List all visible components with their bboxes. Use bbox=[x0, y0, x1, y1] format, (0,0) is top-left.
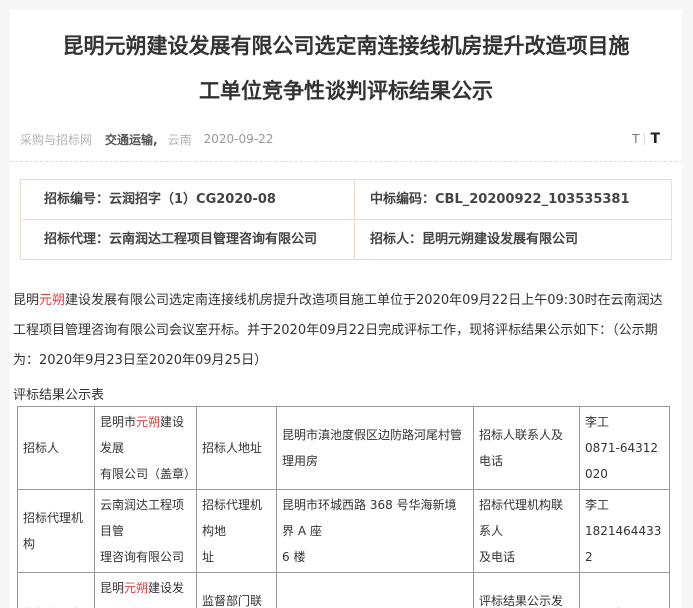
breadcrumb-source-link[interactable]: 采购与招标网 bbox=[20, 131, 92, 148]
table-cell: 昆明元朔建设发展有 限公司 纪检监察室 bbox=[95, 573, 197, 608]
tender-info-box: 招标编号：云润招字（1）CG2020-08 中标编码：CBL_20200922_… bbox=[20, 179, 672, 260]
table-row: 招标人 昆明市元朔建设发展 有限公司（盖章） 招标人地址 昆明市滇池度假区边防路河尾村… bbox=[18, 407, 670, 490]
keyword-highlight: 元朔 bbox=[136, 415, 160, 429]
breadcrumb-category-link[interactable]: 交通运输, bbox=[105, 131, 158, 148]
announcement-paragraph: 昆明元朔建设发展有限公司选定南连接线机房提升改造项目施工单位于2020年09月2… bbox=[13, 286, 672, 376]
win-code-field: 中标编码：CBL_20200922_103535381 bbox=[354, 180, 671, 219]
table-row: 招标代理机构云南润达工程项目管 理咨询有限公司招标代理机构地 址昆明市环城西路 … bbox=[18, 490, 670, 573]
text-part: 李工 18214644332 bbox=[585, 498, 661, 564]
font-controls-divider bbox=[644, 133, 645, 145]
text-part: 昆明市滇池度假区边防路河尾村管理用房 bbox=[282, 428, 462, 468]
table-cell: 招标人联系人及电话 bbox=[474, 407, 580, 490]
text-part: 招标代理机构 bbox=[23, 511, 83, 551]
result-table-main: 招标人 昆明市元朔建设发展 有限公司（盖章） 招标人地址 昆明市滇池度假区边防路河尾村… bbox=[17, 406, 670, 608]
table-cell: 0871-64315580 （工作日9:00-17:00） bbox=[277, 573, 474, 608]
article-card: 昆明元朔建设发展有限公司选定南连接线机房提升改造项目施工单位竞争性谈判评标结果公… bbox=[10, 10, 682, 608]
result-table-main-body: 招标人 昆明市元朔建设发展 有限公司（盖章） 招标人地址 昆明市滇池度假区边防路河尾村… bbox=[18, 407, 670, 608]
text-part: 招标人地址 bbox=[202, 441, 262, 455]
tender-agent-field: 招标代理：云南润达工程项目管理咨询有限公司 bbox=[21, 219, 354, 259]
table-cell: 招标人 bbox=[18, 407, 95, 490]
font-size-controls: T T bbox=[632, 130, 660, 148]
table-cell: 2020年9月23日 bbox=[580, 573, 670, 608]
table-cell: 招标代理机构 bbox=[18, 490, 95, 573]
text-part: 评标结果公示发布时 间 bbox=[479, 594, 563, 608]
keyword-highlight: 元朔 bbox=[39, 293, 65, 308]
table-cell: 招标代理机构地 址 bbox=[197, 490, 277, 573]
text-part: 李工 0871-64312020 bbox=[585, 415, 658, 481]
text-part: 昆明市环城西路 368 号华海新境界 A 座 6 楼 bbox=[282, 498, 457, 564]
text-part: 招标人 bbox=[23, 441, 59, 455]
dashed-divider bbox=[10, 161, 682, 162]
text-part: 昆明 bbox=[13, 293, 39, 308]
meta-row: 采购与招标网 交通运输, 云南 2020-09-22 T T bbox=[20, 130, 672, 148]
font-size-decrease-button[interactable]: T bbox=[632, 132, 639, 146]
table-cell: 招标代理机构联系人 及电话 bbox=[474, 490, 580, 573]
tenderee-field: 招标人：昆明元朔建设发展有限公司 bbox=[354, 219, 671, 259]
table-cell: 监督部门联系电 话 bbox=[197, 573, 277, 608]
breadcrumb-region-link[interactable]: 云南 bbox=[168, 131, 192, 148]
table-cell: 监督部门名称 bbox=[18, 573, 95, 608]
text-part: 昆明 bbox=[100, 581, 124, 595]
table-cell: 招标人地址 bbox=[197, 407, 277, 490]
text-part: 昆明市 bbox=[100, 415, 136, 429]
text-part: 监督部门联系电 话 bbox=[202, 594, 262, 608]
keyword-highlight: 元朔 bbox=[124, 581, 148, 595]
text-part: 招标代理机构地 址 bbox=[202, 498, 262, 564]
table-row: 监督部门名称昆明元朔建设发展有 限公司 纪检监察室监督部门联系电 话 0871-6… bbox=[18, 573, 670, 608]
page-title: 昆明元朔建设发展有限公司选定南连接线机房提升改造项目施工单位竞争性谈判评标结果公… bbox=[10, 10, 682, 114]
table-cell: 云南润达工程项目管 理咨询有限公司 bbox=[95, 490, 197, 573]
table-cell: 昆明市滇池度假区边防路河尾村管理用房 bbox=[277, 407, 474, 490]
table-cell: 昆明市环城西路 368 号华海新境界 A 座 6 楼 bbox=[277, 490, 474, 573]
table-cell: 昆明市元朔建设发展 有限公司（盖章） bbox=[95, 407, 197, 490]
text-part: 招标代理机构联系人 及电话 bbox=[479, 498, 563, 564]
result-table-caption: 评标结果公示表 bbox=[13, 386, 682, 406]
text-part: 建设发展有限公司选定南连接线机房提升改造项目施工单位于2020年09月22日上午… bbox=[13, 293, 663, 368]
table-cell: 评标结果公示发布时 间 bbox=[474, 573, 580, 608]
tender-number-field: 招标编号：云润招字（1）CG2020-08 bbox=[21, 180, 354, 219]
text-part: 招标人联系人及电话 bbox=[479, 428, 563, 468]
table-cell: 李工 18214644332 bbox=[580, 490, 670, 573]
publish-date: 2020-09-22 bbox=[204, 132, 274, 146]
text-part: 云南润达工程项目管 理咨询有限公司 bbox=[100, 498, 184, 564]
table-cell: 李工 0871-64312020 bbox=[580, 407, 670, 490]
font-size-increase-button[interactable]: T bbox=[650, 131, 660, 147]
